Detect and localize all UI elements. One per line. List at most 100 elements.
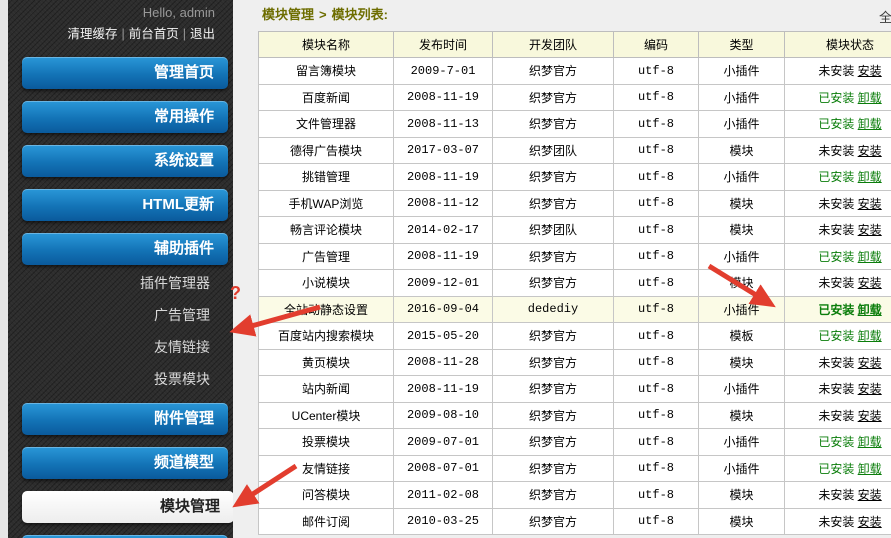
encoding: utf-8 [613,507,699,535]
module-type: 小插件 [698,295,785,323]
sidebar-item-channel-model[interactable]: 频道模型 [22,447,228,479]
status-installed-text: 已安装 [818,90,855,105]
uninstall-link[interactable]: 卸载 [858,91,882,105]
uninstall-link[interactable]: 卸载 [858,462,882,476]
encoding: utf-8 [613,189,699,217]
install-link[interactable]: 安装 [858,64,882,78]
status-not-installed-text: 未安装 [818,514,855,529]
dev-team: 织梦官方 [492,189,614,217]
install-link[interactable]: 安装 [858,197,882,211]
status-not-installed-text: 未安装 [818,143,855,158]
dev-team: 织梦团队 [492,136,614,164]
breadcrumb: 模块管理 > 模块列表: [262,0,388,30]
sidebar-item-ad-manage[interactable]: 广告管理 [22,299,228,331]
sidebar-item-admin-home[interactable]: 管理首页 [22,57,228,89]
uninstall-link[interactable]: 卸载 [858,303,882,317]
toplink-divider: | [121,27,125,41]
module-status: 已安装 卸载 [784,428,891,456]
table-row: 留言簿模块 2009-7-01 织梦官方 utf-8 小插件 未安装 安装 [258,57,891,85]
install-link[interactable]: 安装 [858,382,882,396]
table-row: 投票模块 2009-07-01 织梦官方 utf-8 小插件 已安装 卸载 [258,428,891,456]
dev-team: 织梦官方 [492,242,614,270]
module-type: 模块 [698,401,785,429]
install-link[interactable]: 安装 [858,223,882,237]
sidebar-item-system-settings[interactable]: 系统设置 [22,145,228,177]
release-date: 2009-07-01 [393,428,493,456]
table-row: 文件管理器 2008-11-13 织梦官方 utf-8 小插件 已安装 卸载 [258,110,891,138]
dev-team: 织梦官方 [492,348,614,376]
sidebar-item-friend-links[interactable]: 友情链接 [22,331,228,363]
encoding: utf-8 [613,348,699,376]
sidebar-item-common-operations[interactable]: 常用操作 [22,101,228,133]
module-name: 文件管理器 [258,110,394,138]
release-date: 2008-07-01 [393,454,493,482]
module-status: 未安装 安装 [784,136,891,164]
status-installed-text: 已安装 [818,461,855,476]
table-row: 手机WAP浏览 2008-11-12 织梦官方 utf-8 模块 未安装 安装 [258,189,891,217]
greeting-text: Hello, admin [142,5,215,20]
module-status: 未安装 安装 [784,507,891,535]
status-not-installed-text: 未安装 [818,382,855,397]
table-row: 小说模块 2009-12-01 织梦官方 utf-8 模块 未安装 安装 [258,269,891,297]
status-not-installed-text: 未安装 [818,355,855,370]
toplink-site-home[interactable]: 前台首页 [129,27,179,41]
install-link[interactable]: 安装 [858,488,882,502]
content-area: 模块管理 > 模块列表: 全 模块名称 发布时间 开发团队 编码 类型 模块状态 留言簿模块 2… [233,0,891,538]
sidebar-item-aux-plugins[interactable]: 辅助插件 [22,233,228,265]
release-date: 2011-02-08 [393,481,493,509]
table-row: 问答模块 2011-02-08 织梦官方 utf-8 模块 未安装 安装 [258,481,891,509]
module-status: 未安装 安装 [784,375,891,403]
install-link[interactable]: 安装 [858,276,882,290]
install-link[interactable]: 安装 [858,515,882,529]
module-status: 未安装 安装 [784,57,891,85]
sidebar-item-module-manage[interactable]: 模块管理 [22,491,234,523]
encoding: utf-8 [613,110,699,138]
module-type: 模块 [698,189,785,217]
uninstall-link[interactable]: 卸载 [858,329,882,343]
install-link[interactable]: 安装 [858,409,882,423]
module-status: 已安装 卸载 [784,242,891,270]
module-name: 友情链接 [258,454,394,482]
table-row: 畅言评论模块 2014-02-17 织梦团队 utf-8 模块 未安装 安装 [258,216,891,244]
uninstall-link[interactable]: 卸载 [858,250,882,264]
dev-team: 织梦官方 [492,375,614,403]
status-not-installed-text: 未安装 [818,223,855,238]
module-type: 模块 [698,348,785,376]
toplink-logout[interactable]: 退出 [190,27,215,41]
uninstall-link[interactable]: 卸载 [858,117,882,131]
module-type: 小插件 [698,110,785,138]
module-type: 模块 [698,136,785,164]
encoding: utf-8 [613,375,699,403]
module-type: 小插件 [698,242,785,270]
module-status: 已安装 卸载 [784,454,891,482]
sidebar-item-vote-module[interactable]: 投票模块 [22,363,228,395]
encoding: utf-8 [613,428,699,456]
sidebar-item-attachment-manage[interactable]: 附件管理 [22,403,228,435]
encoding: utf-8 [613,216,699,244]
breadcrumb-page: 模块列表: [331,7,388,22]
module-name: 留言簿模块 [258,57,394,85]
column-header: 编码 [613,31,699,58]
install-link[interactable]: 安装 [858,356,882,370]
module-status: 未安装 安装 [784,348,891,376]
module-name: 百度新闻 [258,83,394,111]
dev-team: 织梦官方 [492,269,614,297]
screen: Hello, admin 清理缓存 | 前台首页 | 退出 管理首页 常用操作 系统设置 HT… [0,0,891,538]
module-status: 未安装 安装 [784,481,891,509]
release-date: 2017-03-07 [393,136,493,164]
module-status: 未安装 安装 [784,401,891,429]
uninstall-link[interactable]: 卸载 [858,170,882,184]
sidebar-item-html-update[interactable]: HTML更新 [22,189,228,221]
sidebar-item-plugin-manager[interactable]: 插件管理器 [22,267,228,299]
toplink-clear-cache[interactable]: 清理缓存 [67,27,117,41]
module-table-body: 留言簿模块 2009-7-01 织梦官方 utf-8 小插件 未安装 安装 百度新闻 2008… [258,57,891,535]
module-table-head: 模块名称 发布时间 开发团队 编码 类型 模块状态 [258,31,891,58]
release-date: 2010-03-25 [393,507,493,535]
uninstall-link[interactable]: 卸载 [858,435,882,449]
top-links: 清理缓存 | 前台首页 | 退出 [67,23,215,42]
install-link[interactable]: 安装 [858,144,882,158]
module-name: 投票模块 [258,428,394,456]
module-type: 模块 [698,216,785,244]
module-status: 未安装 安装 [784,269,891,297]
dev-team: 织梦官方 [492,454,614,482]
